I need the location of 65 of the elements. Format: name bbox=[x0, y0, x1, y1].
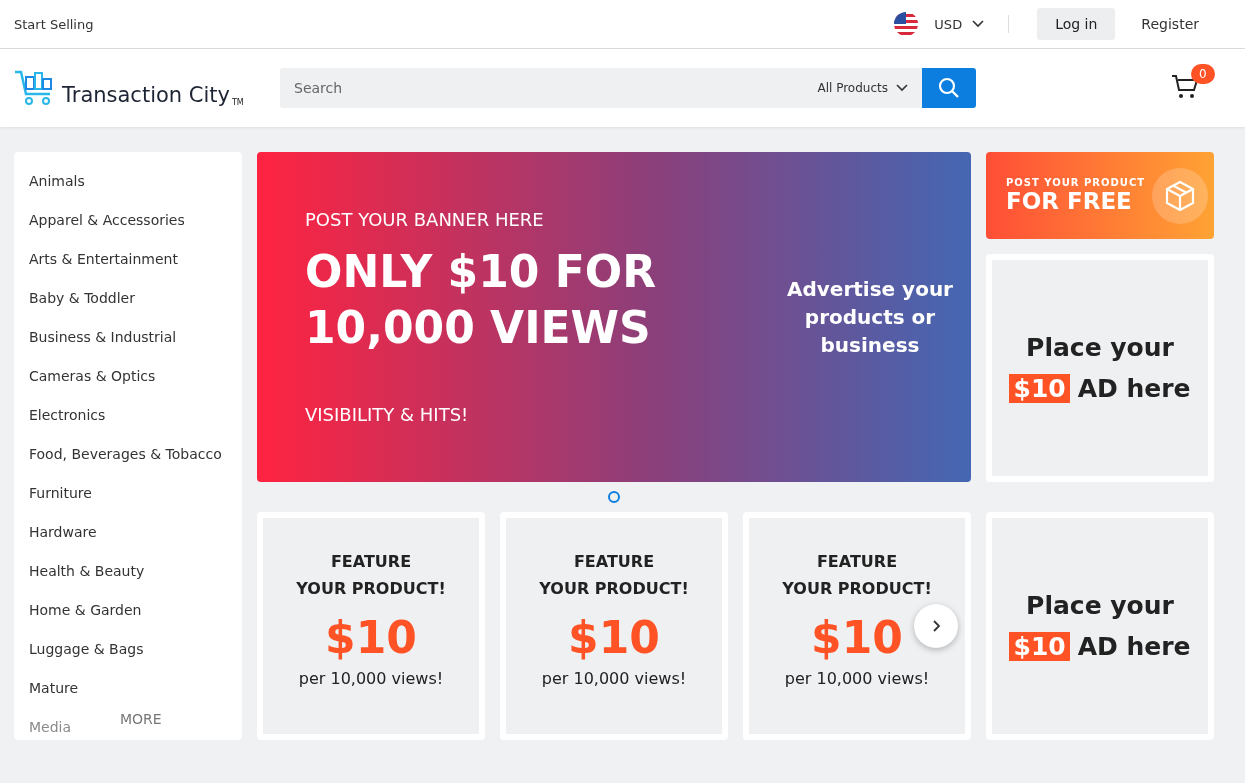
feature-price: $10 bbox=[811, 612, 903, 663]
ad-text: Place your bbox=[1026, 591, 1174, 620]
ad-price-tag: $10 bbox=[1009, 632, 1070, 661]
search-button[interactable] bbox=[922, 68, 976, 108]
category-item[interactable]: Media bbox=[29, 712, 72, 740]
cart-count-badge: 0 bbox=[1191, 64, 1215, 84]
feature-title: YOUR PRODUCT! bbox=[539, 578, 689, 600]
promo-headline: FOR FREE bbox=[1006, 188, 1133, 214]
category-item[interactable]: Hardware bbox=[29, 517, 97, 556]
banner-headline: 10,000 VIEWS bbox=[305, 301, 652, 355]
category-item[interactable]: Health & Beauty bbox=[29, 556, 145, 595]
category-item[interactable]: Arts & Entertainment bbox=[29, 244, 178, 283]
feature-title: YOUR PRODUCT! bbox=[782, 578, 932, 600]
ad-price-tag: $10 bbox=[1009, 374, 1070, 403]
category-item[interactable]: Electronics bbox=[29, 400, 106, 439]
category-dropdown[interactable]: All Products bbox=[803, 68, 922, 108]
more-button[interactable]: MORE bbox=[114, 710, 168, 728]
category-item[interactable]: Business & Industrial bbox=[29, 322, 177, 361]
trademark-mark: TM bbox=[232, 98, 244, 107]
carousel-dot[interactable] bbox=[608, 491, 620, 503]
feature-note: per 10,000 views! bbox=[298, 669, 444, 688]
logo-text: Transaction City bbox=[62, 83, 230, 107]
banner-headline: ONLY $10 FOR bbox=[305, 245, 658, 299]
category-item[interactable]: Apparel & Accessories bbox=[29, 205, 185, 244]
promo-kicker: POST YOUR PRODUCT bbox=[1006, 177, 1146, 188]
feature-price: $10 bbox=[568, 612, 660, 663]
category-item[interactable]: Cameras & Optics bbox=[29, 361, 156, 400]
ad-text: AD here bbox=[1077, 632, 1191, 661]
category-item[interactable]: Food, Beverages & Tobacco bbox=[29, 439, 222, 478]
promo-banner[interactable]: POST YOUR BANNER HERE ONLY $10 FOR 10,000 VIEWS VISIBILITY & HITS! Advertise your products or business bbox=[257, 152, 971, 482]
ad-text: Place your bbox=[1026, 333, 1174, 362]
search-icon bbox=[938, 77, 960, 99]
flag-icon bbox=[894, 12, 919, 36]
category-item[interactable]: Home & Garden bbox=[29, 595, 142, 634]
category-item[interactable]: Furniture bbox=[29, 478, 92, 517]
feature-price: $10 bbox=[325, 612, 417, 663]
package-icon bbox=[1152, 167, 1208, 224]
feature-title: FEATURE bbox=[573, 551, 655, 573]
feature-card[interactable]: FEATURE YOUR PRODUCT! $10 per 10,000 views! bbox=[743, 512, 971, 740]
ad-slot[interactable]: Place your $10 AD here bbox=[986, 254, 1214, 482]
start-selling-link[interactable]: Start Selling bbox=[14, 16, 94, 32]
banner-footer: VISIBILITY & HITS! bbox=[305, 404, 765, 425]
banner-side-text: Advertise your products or business bbox=[786, 276, 954, 359]
banner-kicker: POST YOUR BANNER HERE bbox=[305, 209, 545, 230]
chevron-down-icon bbox=[896, 84, 908, 92]
login-button[interactable]: Log in bbox=[1037, 8, 1116, 40]
currency-dropdown[interactable]: USD bbox=[928, 15, 991, 33]
category-item[interactable]: Luggage & Bags bbox=[29, 634, 144, 673]
feature-title: FEATURE bbox=[816, 551, 898, 573]
category-item[interactable]: Mature bbox=[29, 673, 79, 712]
feature-note: per 10,000 views! bbox=[784, 669, 930, 688]
register-button[interactable]: Register bbox=[1135, 15, 1205, 33]
feature-card[interactable]: FEATURE YOUR PRODUCT! $10 per 10,000 views! bbox=[500, 512, 728, 740]
feature-card[interactable]: FEATURE YOUR PRODUCT! $10 per 10,000 views! bbox=[257, 512, 485, 740]
ad-text: AD here bbox=[1077, 374, 1191, 403]
chevron-right-icon bbox=[931, 620, 941, 632]
category-item[interactable]: Animals bbox=[29, 166, 85, 205]
category-item[interactable]: Baby & Toddler bbox=[29, 283, 135, 322]
feature-note: per 10,000 views! bbox=[541, 669, 687, 688]
cart-icon[interactable] bbox=[1171, 74, 1199, 100]
feature-title: FEATURE bbox=[330, 551, 412, 573]
feature-title: YOUR PRODUCT! bbox=[296, 578, 446, 600]
ad-slot[interactable]: Place your $10 AD here bbox=[986, 512, 1214, 740]
chevron-down-icon bbox=[972, 20, 985, 28]
search-field[interactable]: Search bbox=[280, 68, 804, 108]
